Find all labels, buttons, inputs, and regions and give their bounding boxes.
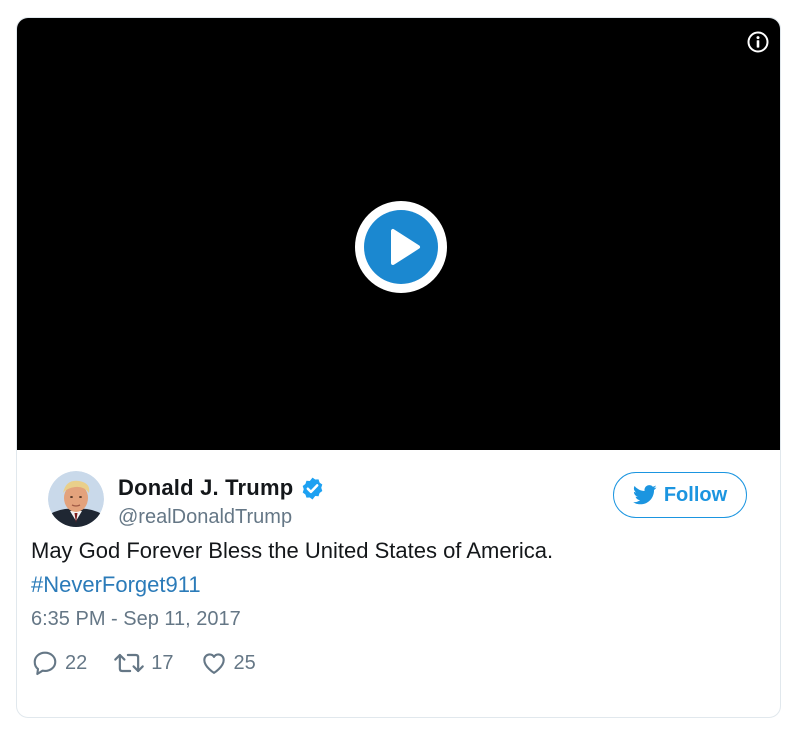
reply-button[interactable]: 22 xyxy=(31,649,87,677)
author-name-row: Donald J. Trump xyxy=(118,475,325,501)
heart-icon xyxy=(202,653,225,674)
like-count: 25 xyxy=(233,651,256,674)
avatar[interactable] xyxy=(48,471,104,527)
reply-icon xyxy=(33,651,57,676)
twitter-bird-icon xyxy=(632,485,657,505)
retweet-icon xyxy=(114,653,145,673)
video-player[interactable] xyxy=(17,18,780,450)
play-circle-icon[interactable] xyxy=(355,201,447,293)
verified-badge-icon xyxy=(303,477,323,499)
author-display-name[interactable]: Donald J. Trump xyxy=(118,475,293,501)
tweet-text-content: May God Forever Bless the United States … xyxy=(31,538,554,563)
tweet-timestamp[interactable]: 6:35 PM - Sep 11, 2017 xyxy=(31,608,241,631)
hashtag-link[interactable]: #NeverForget911 xyxy=(31,568,731,602)
tweet-body: May God Forever Bless the United States … xyxy=(31,534,731,602)
follow-button[interactable]: Follow xyxy=(613,472,747,518)
tweet-author: Donald J. Trump @realDonaldTrump Follow xyxy=(17,450,780,545)
author-handle[interactable]: @realDonaldTrump xyxy=(118,506,292,529)
like-button[interactable]: 25 xyxy=(200,649,256,677)
retweet-button[interactable]: 17 xyxy=(113,649,174,677)
reply-count: 22 xyxy=(65,651,88,674)
retweet-count: 17 xyxy=(151,651,174,674)
follow-label: Follow xyxy=(663,483,728,506)
tweet-actions: 22 17 25 xyxy=(31,649,282,677)
info-icon[interactable] xyxy=(747,31,769,53)
